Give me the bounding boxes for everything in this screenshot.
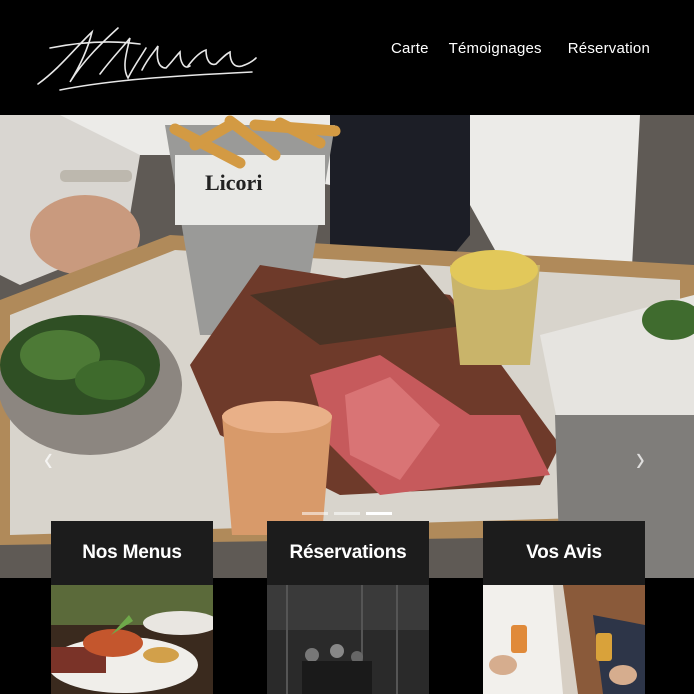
card-reservations[interactable]: Réservations	[267, 521, 429, 694]
card-vos-avis[interactable]: Vos Avis	[483, 521, 645, 694]
carousel-dot-3[interactable]	[366, 512, 392, 515]
svg-text:Licori: Licori	[205, 170, 262, 195]
hero-carousel: Licori ‹ ›	[0, 115, 694, 578]
card-title: Réservations	[267, 521, 429, 585]
carousel-indicators	[302, 512, 392, 515]
logo-signature[interactable]	[30, 18, 260, 98]
nav-temoignages[interactable]: Témoignages	[449, 40, 542, 57]
carousel-dot-1[interactable]	[302, 512, 328, 515]
main-nav: Carte Témoignages Réservation	[371, 40, 650, 57]
card-title: Nos Menus	[51, 521, 213, 585]
nav-reservation[interactable]: Réservation	[568, 40, 650, 57]
card-image-avis	[483, 585, 645, 694]
hero-image: Licori	[0, 115, 694, 578]
card-image-menus	[51, 585, 213, 694]
carousel-next-arrow[interactable]: ›	[636, 440, 645, 476]
nav-carte[interactable]: Carte	[391, 40, 429, 57]
carousel-prev-arrow[interactable]: ‹	[44, 440, 53, 476]
carousel-dot-2[interactable]	[334, 512, 360, 515]
site-header: Carte Témoignages Réservation	[0, 0, 694, 115]
card-title: Vos Avis	[483, 521, 645, 585]
card-nos-menus[interactable]: Nos Menus	[51, 521, 213, 694]
card-image-reservations	[267, 585, 429, 694]
